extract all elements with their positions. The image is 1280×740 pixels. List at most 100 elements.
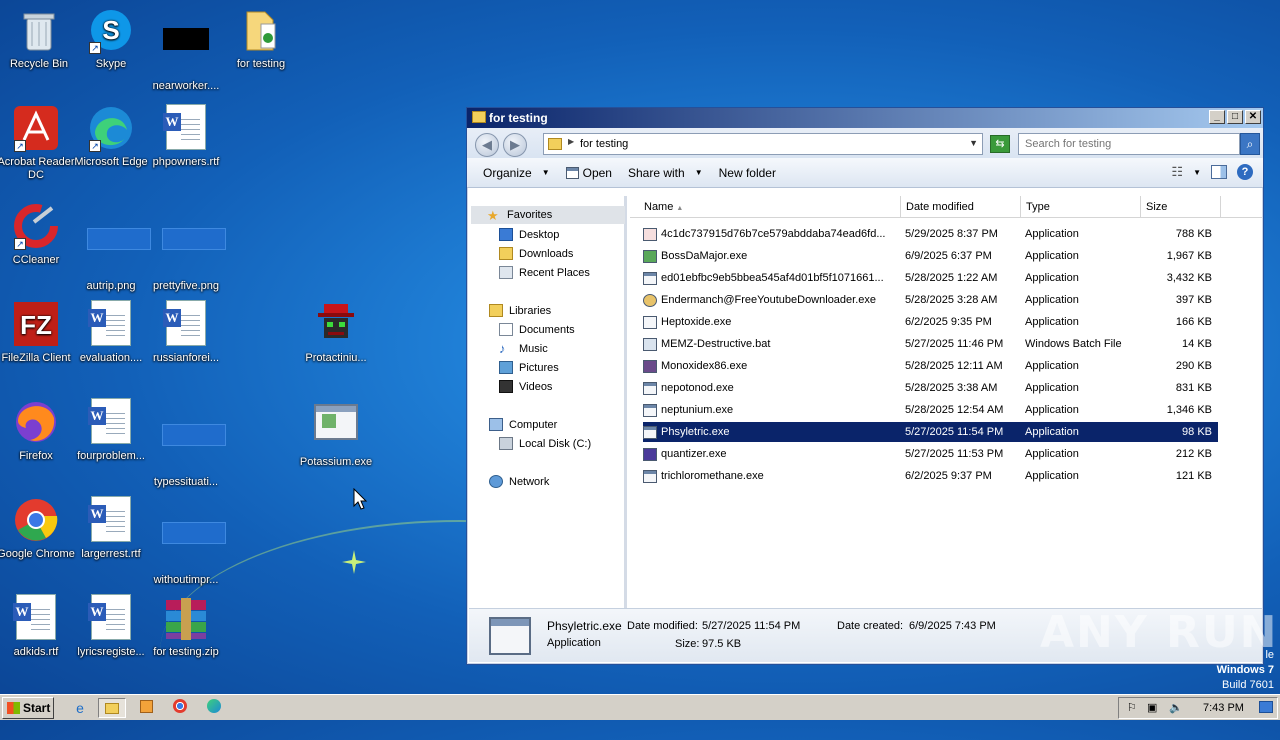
maximize-button[interactable]: □ [1227,110,1243,124]
help-icon[interactable]: ? [1237,164,1253,180]
file-row[interactable]: neptunium.exe 5/28/2025 12:54 AM Applicati… [643,400,1218,420]
file-row[interactable]: Endermanch@FreeYoutubeDownloader.exe 5/28… [643,290,1218,310]
file-row[interactable]: BossDaMajor.exe 6/9/2025 6:37 PM Applicati… [643,246,1218,266]
column-header-date[interactable]: Date modified [901,196,1021,217]
media-player-icon[interactable] [132,698,160,718]
system-tray: ⚐ ▣ 🔈 7:43 PM [1118,697,1278,719]
minimize-button[interactable]: _ [1209,110,1225,124]
file-row-selected[interactable]: Phsyletric.exe 5/27/2025 11:54 PM Applicat… [643,422,1218,442]
open-button[interactable]: Open [558,166,620,180]
file-row[interactable]: MEMZ-Destructive.bat 5/27/2025 11:46 PM Wi… [643,334,1218,354]
desktop-icon-for-testing-zip[interactable]: for testing.zip [147,594,225,659]
nav-item-favorites[interactable]: ★ Favorites [471,206,625,224]
column-header-type[interactable]: Type [1021,196,1141,217]
desktop-icon-acrobat[interactable]: ↗ Acrobat Reader DC [0,104,75,182]
edge-taskbar-icon[interactable] [200,698,228,718]
nav-item-desktop[interactable]: Desktop [499,228,559,241]
desktop-icon-for-testing-folder[interactable]: for testing [222,6,300,71]
nav-item-music[interactable]: ♪ Music [499,342,548,355]
desktop-icon-autrip[interactable]: autrip.png [72,202,151,293]
desktop-icon-typessituati[interactable]: typessituati... [147,398,226,489]
organize-button[interactable]: Organize ▼ [475,166,558,180]
desktop-icon-prettyfive[interactable]: prettyfive.png [147,202,226,293]
file-row[interactable]: 4c1dc737915d76b7ce579abddaba74ead6fd... 5… [643,224,1218,244]
shortcut-arrow-icon: ↗ [14,140,26,152]
nav-item-libraries[interactable]: Libraries [489,304,551,317]
show-desktop-icon[interactable] [1259,701,1273,713]
preview-pane-icon[interactable] [1211,165,1227,179]
desktop-icon-chrome[interactable]: Google Chrome [0,496,75,561]
desktop-icon-largerrest[interactable]: W largerrest.rtf [72,496,150,561]
windows-watermark: le Windows 7 Build 7601 [1217,648,1274,693]
nav-item-recent-places[interactable]: Recent Places [499,266,590,279]
file-row[interactable]: Monoxidex86.exe 5/28/2025 12:11 AM Applica… [643,356,1218,376]
desktop-icon-adkids[interactable]: W adkids.rtf [0,594,75,659]
volume-icon[interactable]: 🔈 [1169,701,1183,714]
start-button[interactable]: Start [2,697,54,719]
search-input[interactable] [1019,134,1239,154]
svg-text:FZ: FZ [20,310,52,340]
image-thumbnail-icon [162,522,226,544]
file-row[interactable]: trichloromethane.exe 6/2/2025 9:37 PM Appl… [643,466,1218,486]
desktop-icon-phpowners[interactable]: W phpowners.rtf [147,104,225,169]
chevron-down-icon[interactable]: ▼ [969,138,978,148]
desktop-icon-firefox[interactable]: Firefox [0,398,75,463]
open-icon [565,166,579,179]
nav-item-network[interactable]: Network [489,475,549,488]
address-bar[interactable]: ▶ for testing ▼ [543,133,983,155]
search-box[interactable] [1018,133,1240,155]
chrome-taskbar-icon[interactable] [166,698,194,718]
file-row[interactable]: ed01ebfbc9eb5bbea545af4d01bf5f1071661...… [643,268,1218,288]
internet-explorer-icon[interactable]: e [66,698,94,718]
desktop-icon-protactinium[interactable]: Protactiniu... [297,300,375,365]
desktop-icon-potassium[interactable]: Potassium.exe [297,398,375,469]
desktop-icon-ccleaner[interactable]: ↗ CCleaner [0,202,75,267]
share-with-button[interactable]: Share with ▼ [620,166,711,180]
close-button[interactable]: ✕ [1245,110,1261,124]
desktop-icon-nearworker[interactable]: nearworker.... [147,6,225,93]
desktop-icon-edge[interactable]: ↗ Microsoft Edge [72,104,150,169]
view-options-icon[interactable]: ☷ [1171,164,1183,180]
svg-text:S: S [102,15,119,45]
column-header-size[interactable]: Size [1141,196,1221,217]
column-header-name[interactable]: Name ▲ [630,196,901,217]
forward-button[interactable]: ▶ [503,133,527,157]
network-tray-icon[interactable]: ▣ [1147,701,1157,714]
nav-item-downloads[interactable]: Downloads [499,247,573,260]
nav-item-computer[interactable]: Computer [489,418,557,431]
application-icon [643,447,657,461]
windows-logo-icon [7,702,20,714]
music-icon: ♪ [499,341,506,356]
drive-icon [499,437,513,450]
star-icon: ★ [487,207,499,223]
taskbar: Start e ⚐ ▣ 🔈 7:43 PM [0,694,1280,720]
desktop-icon-skype[interactable]: S ↗ Skype [72,6,150,71]
desktop-icon-recycle-bin[interactable]: Recycle Bin [0,6,78,71]
desktop-icon-evaluation[interactable]: W evaluation.... [72,300,150,365]
window-titlebar[interactable]: for testing _ □ ✕ [467,108,1263,128]
desktop-icon-lyricsregiste[interactable]: W lyricsregiste... [72,594,150,659]
folder-icon [548,138,562,150]
search-icon[interactable]: ⌕ [1240,133,1260,155]
file-row[interactable]: Heptoxide.exe 6/2/2025 9:35 PM Application… [643,312,1218,332]
nav-item-videos[interactable]: Videos [499,380,552,393]
shortcut-arrow-icon: ↗ [89,140,101,152]
flag-icon[interactable]: ⚐ [1127,701,1137,714]
desktop-icon-filezilla[interactable]: FZ FileZilla Client [0,300,75,365]
command-bar: Organize ▼ Open Share with ▼ New folder ☷ … [467,158,1263,188]
refresh-button[interactable]: ⇆ [990,135,1010,153]
clock[interactable]: 7:43 PM [1203,702,1244,714]
nav-item-local-disk[interactable]: Local Disk (C:) [499,437,591,450]
new-folder-button[interactable]: New folder [711,166,784,180]
file-row[interactable]: quantizer.exe 5/27/2025 11:53 PM Applicati… [643,444,1218,464]
desktop-icon-fourproblem[interactable]: W fourproblem... [72,398,150,463]
chevron-down-icon[interactable]: ▼ [1193,168,1201,177]
breadcrumb-arrow-icon: ▶ [568,137,575,146]
explorer-taskbar-icon[interactable] [98,698,126,718]
desktop-icon-russianforei[interactable]: W russianforei... [147,300,225,365]
nav-item-documents[interactable]: Documents [499,323,575,336]
desktop-icon-withoutimpr[interactable]: withoutimpr... [147,496,226,587]
file-row[interactable]: nepotonod.exe 5/28/2025 3:38 AM Applicatio… [643,378,1218,398]
back-button[interactable]: ◀ [475,133,499,157]
nav-item-pictures[interactable]: Pictures [499,361,559,374]
